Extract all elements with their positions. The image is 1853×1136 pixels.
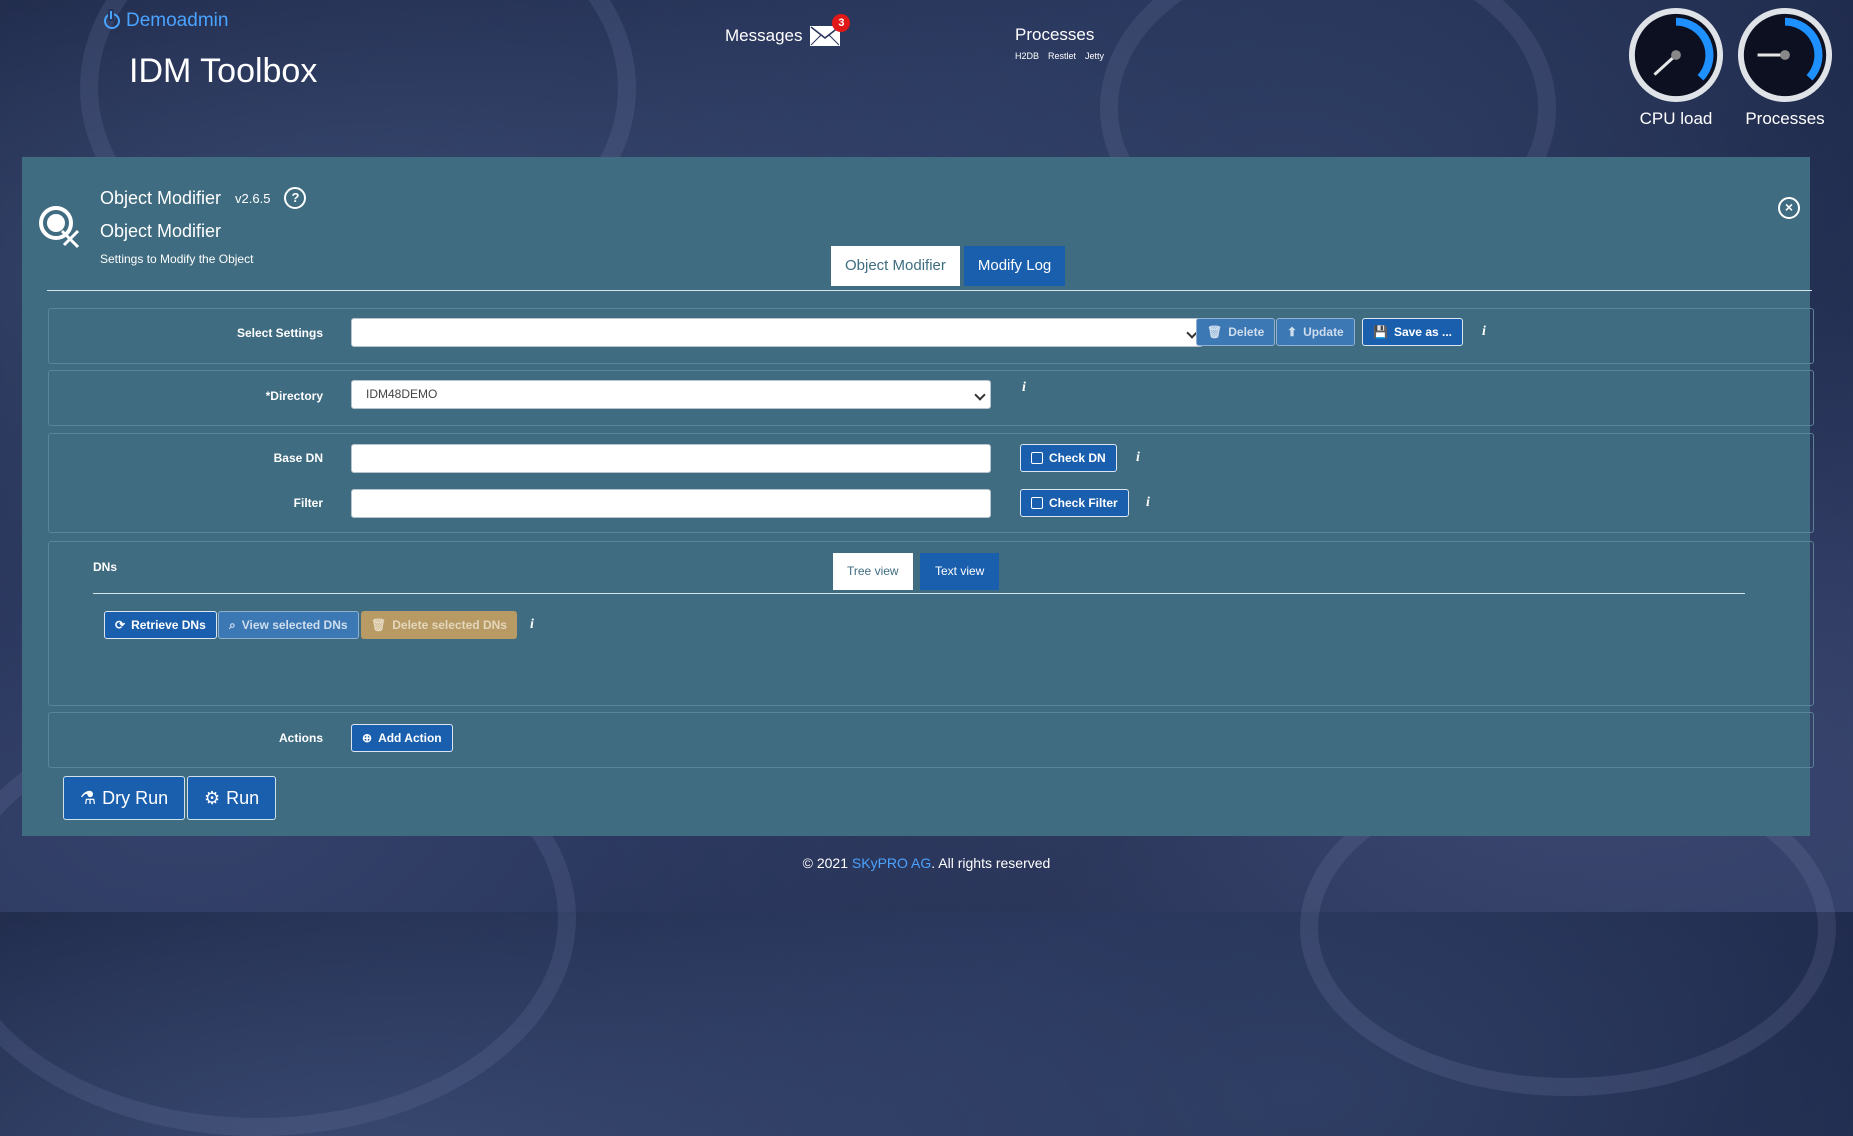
upload-icon: ⬆ (1287, 325, 1298, 339)
delete-settings-button[interactable]: 🗑 Delete (1196, 318, 1276, 346)
processes-status: Processes H2DB Restlet Jetty (1015, 25, 1104, 61)
update-settings-button[interactable]: ⬆ Update (1276, 318, 1355, 346)
power-icon (104, 11, 120, 29)
base-dn-label: Base DN (273, 451, 323, 465)
messages-link[interactable]: Messages 3 (725, 14, 851, 46)
tab-object-modifier[interactable]: Object Modifier (831, 246, 960, 286)
check-filter-button[interactable]: Check Filter (1020, 489, 1129, 517)
filter-label: Filter (293, 496, 323, 510)
filter-input[interactable] (351, 489, 991, 518)
user-name: Demoadmin (126, 10, 229, 31)
trash-icon: 🗑 (371, 618, 387, 632)
divider (47, 290, 1812, 291)
page-title-row: Object Modifier v2.6.5 ? (100, 187, 307, 209)
add-action-button[interactable]: ⊕ Add Action (351, 724, 453, 752)
info-icon[interactable]: i (530, 617, 534, 633)
page-title: Object Modifier (100, 187, 222, 208)
processes-gauge: Processes (1730, 6, 1840, 129)
trash-icon: 🗑 (1207, 325, 1223, 339)
view-selected-dns-button[interactable]: ⌕ View selected DNs (218, 611, 359, 639)
app-title: IDM Toolbox (129, 52, 318, 90)
select-settings-dropdown[interactable] (351, 318, 1203, 347)
info-icon[interactable]: i (1022, 380, 1026, 396)
close-icon[interactable]: × (1778, 197, 1800, 219)
chevron-down-icon (974, 389, 986, 401)
actions-label: Actions (278, 731, 323, 745)
process-item[interactable]: H2DB (1015, 51, 1039, 61)
page-description: Settings to Modify the Object (100, 252, 254, 266)
dry-run-button[interactable]: ⚗ Dry Run (63, 776, 186, 820)
footer: © 2021 SKyPRO AG. All rights reserved (802, 855, 1051, 871)
run-button[interactable]: ⚙ Run (187, 776, 277, 820)
tab-text-view[interactable]: Text view (920, 553, 1000, 590)
select-settings-label: Select Settings (236, 326, 323, 340)
check-dn-button[interactable]: Check DN (1020, 444, 1117, 472)
floppy-disk-icon: 💾 (1373, 325, 1388, 339)
dns-label: DNs (93, 560, 118, 574)
help-icon[interactable]: ? (284, 187, 307, 209)
info-icon[interactable]: i (1482, 324, 1486, 340)
flask-icon: ⚗ (80, 787, 97, 808)
tab-modify-log[interactable]: Modify Log (963, 246, 1066, 286)
tab-bar: Object Modifier Modify Log (831, 246, 1066, 286)
base-dn-input[interactable] (351, 444, 991, 473)
company-link[interactable]: SKyPRO AG (852, 855, 931, 871)
search-icon: ⌕ (229, 617, 236, 632)
directory-label: *Directory (265, 389, 323, 403)
page-subtitle: Object Modifier (100, 221, 222, 241)
info-icon[interactable]: i (1146, 495, 1150, 511)
info-icon[interactable]: i (1136, 450, 1140, 466)
gauge-label: Processes (1745, 109, 1825, 128)
gauge-dial-icon (1737, 7, 1833, 103)
version-label: v2.6.5 (235, 190, 271, 206)
envelope-icon: 3 (810, 14, 851, 46)
messages-count-badge: 3 (832, 14, 851, 32)
messages-label: Messages (725, 26, 803, 45)
divider (93, 593, 1745, 594)
processes-title: Processes (1015, 25, 1095, 44)
gauge-label: CPU load (1639, 109, 1713, 128)
plus-circle-icon: ⊕ (362, 731, 373, 745)
user-menu[interactable]: Demoadmin (104, 10, 228, 32)
process-item[interactable]: Restlet (1048, 51, 1076, 61)
retrieve-dns-button[interactable]: ⟳ Retrieve DNs (104, 611, 217, 639)
checkbox-icon (1031, 452, 1043, 464)
cpu-load-gauge: CPU load (1621, 6, 1731, 129)
refresh-icon: ⟳ (115, 618, 126, 632)
gauge-dial-icon (1628, 7, 1724, 103)
gear-icon: ⚙ (204, 787, 221, 808)
process-item[interactable]: Jetty (1085, 51, 1104, 61)
delete-selected-dns-button[interactable]: 🗑 Delete selected DNs (361, 611, 517, 639)
checkbox-icon (1031, 497, 1043, 509)
object-modifier-tool-icon (39, 206, 80, 249)
directory-dropdown[interactable]: IDM48DEMO (351, 380, 991, 409)
tab-tree-view[interactable]: Tree view (833, 553, 913, 590)
object-modifier-panel: Object Modifier v2.6.5 ? Object Modifier… (22, 157, 1814, 836)
save-as-button[interactable]: 💾 Save as ... (1362, 318, 1463, 346)
